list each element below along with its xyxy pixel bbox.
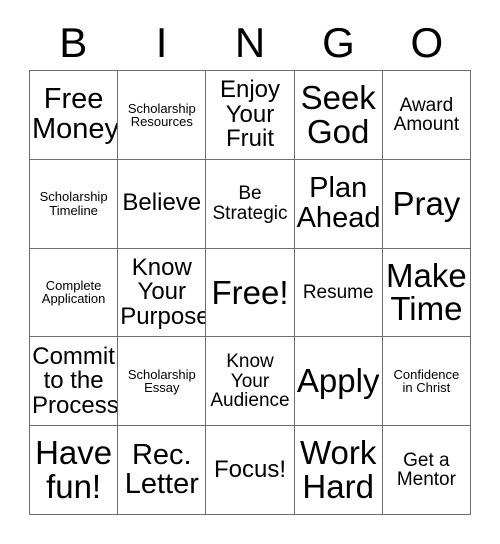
bingo-cell[interactable]: Believe [118, 159, 207, 249]
bingo-cell-label: Free Money [32, 83, 119, 145]
bingo-cell[interactable]: Get a Mentor [382, 426, 471, 515]
bingo-cell-label: Seek God [300, 79, 376, 150]
bingo-cell[interactable]: Pray [382, 159, 471, 249]
bingo-cell[interactable]: Seek God [294, 71, 383, 160]
bingo-cell-label: Know Your Purpose [120, 253, 207, 330]
bingo-cell[interactable]: Make Time [382, 248, 471, 338]
bingo-cell[interactable]: Know Your Audience [206, 337, 295, 427]
bingo-cell-label: Complete Application [41, 278, 106, 307]
bingo-cell[interactable]: Have fun! [30, 426, 119, 515]
bingo-cell-label: Enjoy Your Fruit [219, 76, 281, 153]
bingo-header-letter-i: I [155, 19, 168, 66]
bingo-cell-label: Plan Ahead [296, 172, 381, 234]
bingo-cell[interactable]: Be Strategic [206, 159, 295, 249]
bingo-cell[interactable]: Enjoy Your Fruit [206, 71, 295, 160]
bingo-cell[interactable]: Commit to the Process [30, 337, 119, 427]
bingo-cell[interactable]: Free Money [30, 71, 119, 160]
bingo-cell-label: Scholarship Essay [127, 367, 196, 396]
bingo-cell-label: Scholarship Resources [127, 100, 196, 129]
bingo-cell-label: Apply [296, 362, 380, 400]
bingo-cell-label: Focus! [213, 455, 286, 483]
bingo-cell[interactable]: Rec. Letter [118, 426, 207, 515]
bingo-cell-label: Scholarship Timeline [39, 189, 108, 218]
bingo-cell-label: Commit to the Process [32, 342, 119, 419]
bingo-cell-label: Get a Mentor [396, 449, 456, 491]
bingo-cell[interactable]: Focus! [206, 426, 295, 515]
bingo-cell[interactable]: Complete Application [30, 248, 119, 338]
bingo-header-row: B I N G O [29, 20, 471, 66]
bingo-header-letter-n: N [234, 19, 266, 66]
bingo-cell-label: Pray [392, 184, 461, 222]
bingo-cell-label: Have fun! [35, 434, 113, 506]
bingo-header-letter-o: O [410, 19, 444, 66]
bingo-cell[interactable]: Confidence in Christ [382, 337, 471, 427]
bingo-cell[interactable]: Scholarship Essay [118, 337, 207, 427]
bingo-cell-label: Free! [211, 273, 289, 311]
bingo-card: B I N G O Free Money Scholarship Resourc… [0, 0, 500, 544]
bingo-cell-label: Believe [122, 189, 202, 217]
bingo-cell[interactable]: Resume [294, 248, 383, 338]
bingo-cell[interactable]: Plan Ahead [294, 159, 383, 249]
bingo-cell[interactable]: Scholarship Timeline [30, 159, 119, 249]
bingo-cell-label: Make Time [386, 256, 467, 328]
bingo-cell[interactable]: Apply [294, 337, 383, 427]
bingo-cell-label: Resume [302, 281, 374, 303]
bingo-cell-label: Be Strategic [212, 183, 288, 224]
bingo-header-letter-g: G [322, 19, 355, 66]
bingo-cell-label: Work Hard [299, 434, 377, 506]
bingo-cell-label: Rec. Letter [124, 438, 199, 501]
bingo-cell-label: Award Amount [393, 94, 460, 135]
bingo-header-letter-b: B [59, 19, 88, 66]
bingo-grid: Free Money Scholarship Resources Enjoy Y… [29, 70, 471, 515]
bingo-cell[interactable]: Work Hard [294, 426, 383, 515]
bingo-cell-free-space[interactable]: Free! [206, 248, 295, 338]
bingo-cell-label: Confidence in Christ [393, 367, 460, 396]
bingo-cell[interactable]: Know Your Purpose [118, 248, 207, 338]
bingo-cell-label: Know Your Audience [210, 351, 290, 411]
bingo-cell[interactable]: Award Amount [382, 71, 471, 160]
bingo-cell[interactable]: Scholarship Resources [118, 71, 207, 160]
